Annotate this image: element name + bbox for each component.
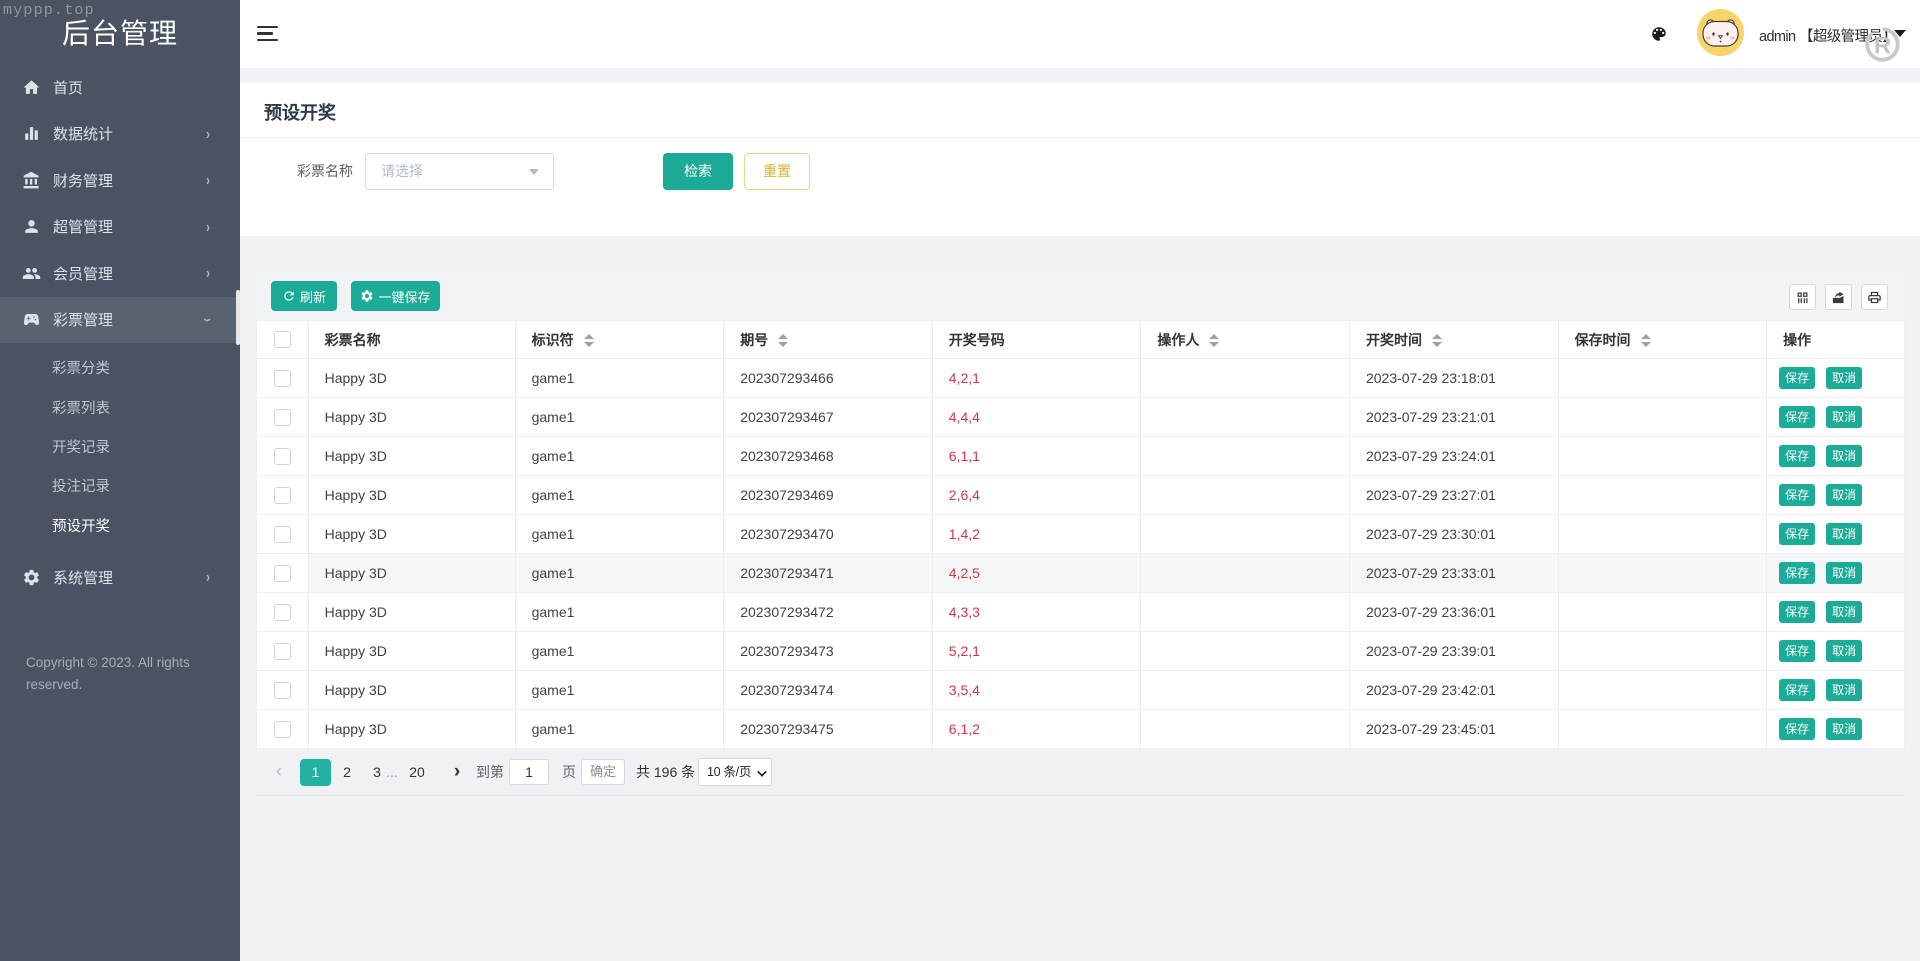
svg-text:R: R bbox=[1874, 32, 1891, 59]
